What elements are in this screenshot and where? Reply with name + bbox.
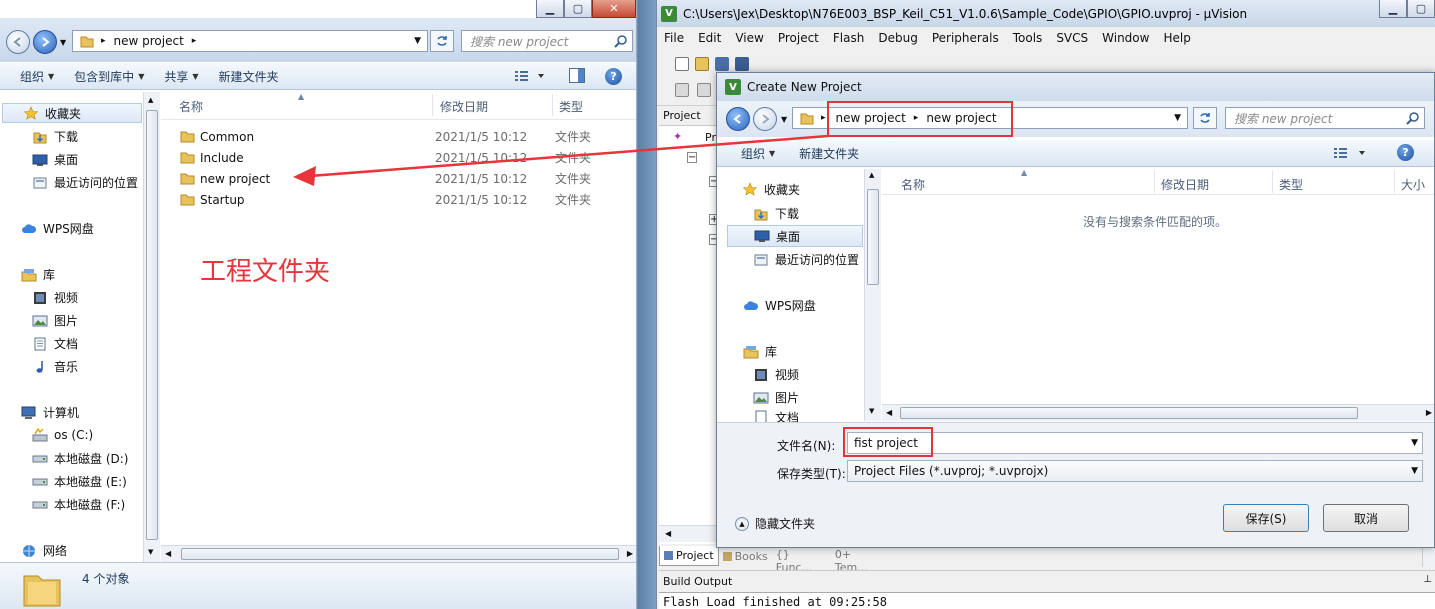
annotation-arrow-line xyxy=(309,134,829,178)
arrow-head-icon xyxy=(293,166,316,186)
annotation-arrow xyxy=(293,134,829,186)
annotation-label: 工程文件夹 xyxy=(200,257,331,287)
